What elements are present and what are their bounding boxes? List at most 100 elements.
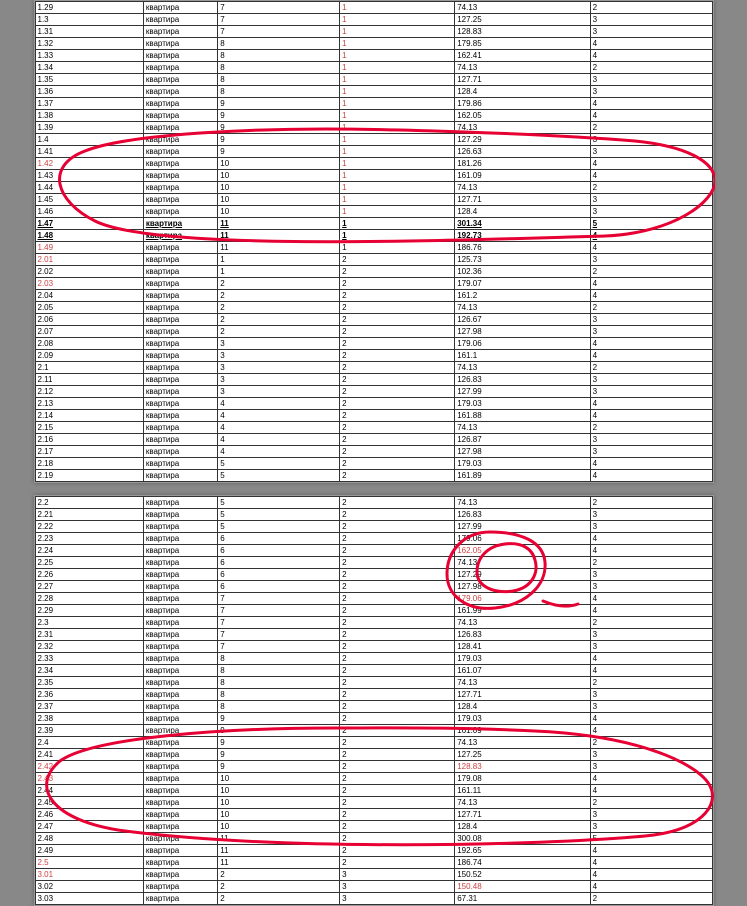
table-cell: квартира — [143, 314, 217, 326]
table-cell: 1.36 — [35, 86, 143, 98]
table-cell: 2 — [218, 881, 340, 893]
table-cell: 2 — [340, 761, 455, 773]
table-cell: 3 — [590, 14, 712, 26]
table-row: 3.01квартира23150.524 — [35, 869, 712, 881]
table-cell: квартира — [143, 74, 217, 86]
table-row: 2.31квартира72126.833 — [35, 629, 712, 641]
table-cell: 1 — [218, 266, 340, 278]
table-row: 1.4квартира91127.293 — [35, 134, 712, 146]
table-cell: 2 — [340, 593, 455, 605]
table-cell: 2 — [590, 677, 712, 689]
table-cell: 3 — [340, 869, 455, 881]
table-cell: 7 — [218, 26, 340, 38]
table-row: 2.46квартира102127.713 — [35, 809, 712, 821]
table-cell: 3 — [590, 509, 712, 521]
table-cell: 161.11 — [455, 785, 590, 797]
table-cell: 8 — [218, 665, 340, 677]
table-cell: 181.26 — [455, 158, 590, 170]
table-cell: 1.42 — [35, 158, 143, 170]
table-cell: 3 — [340, 893, 455, 905]
table-cell: 3 — [590, 821, 712, 833]
table-row: 2.33квартира82179.034 — [35, 653, 712, 665]
table-cell: квартира — [143, 458, 217, 470]
table-cell: 2 — [340, 362, 455, 374]
data-table-2: 2.2квартира5274.1322.21квартира52126.833… — [35, 496, 713, 905]
table-cell: 127.25 — [455, 749, 590, 761]
table-cell: 2 — [340, 557, 455, 569]
table-cell: квартира — [143, 689, 217, 701]
table-cell: 1 — [340, 134, 455, 146]
table-cell: 8 — [218, 653, 340, 665]
table-cell: 2.1 — [35, 362, 143, 374]
table-cell: 1.34 — [35, 62, 143, 74]
table-cell: 3 — [590, 749, 712, 761]
table-cell: квартира — [143, 410, 217, 422]
table-cell: 4 — [590, 665, 712, 677]
table-cell: 2.2 — [35, 497, 143, 509]
table-cell: 128.83 — [455, 761, 590, 773]
table-row: 2.42квартира92128.833 — [35, 761, 712, 773]
table-cell: 2 — [340, 254, 455, 266]
table-cell: квартира — [143, 422, 217, 434]
table-row: 2.25квартира6274.132 — [35, 557, 712, 569]
table-cell: 127.25 — [455, 14, 590, 26]
table-row: 2.17квартира42127.983 — [35, 446, 712, 458]
table-cell: 2 — [590, 893, 712, 905]
table-row: 1.38квартира91162.054 — [35, 110, 712, 122]
table-cell: 2 — [340, 617, 455, 629]
table-cell: 2.19 — [35, 470, 143, 482]
table-row: 2.41квартира92127.253 — [35, 749, 712, 761]
table-cell: 4 — [590, 410, 712, 422]
table-cell: 10 — [218, 206, 340, 218]
table-cell: квартира — [143, 641, 217, 653]
table-cell: 179.03 — [455, 398, 590, 410]
table-cell: 2.17 — [35, 446, 143, 458]
table-row: 1.45квартира101127.713 — [35, 194, 712, 206]
table-row: 2.49квартира112192.654 — [35, 845, 712, 857]
table-cell: 2 — [590, 737, 712, 749]
table-cell: квартира — [143, 857, 217, 869]
table-cell: 301.34 — [455, 218, 590, 230]
table-cell: 8 — [218, 689, 340, 701]
table-cell: 2 — [590, 62, 712, 74]
table-cell: 127.99 — [455, 521, 590, 533]
table-cell: 4 — [590, 242, 712, 254]
table-cell: 2 — [340, 833, 455, 845]
table-row: 2.5квартира112186.744 — [35, 857, 712, 869]
table-cell: 3 — [590, 86, 712, 98]
table-cell: 2.4 — [35, 737, 143, 749]
table-cell: 2.06 — [35, 314, 143, 326]
table-cell: 2.43 — [35, 773, 143, 785]
table-cell: квартира — [143, 737, 217, 749]
table-row: 2.43квартира102179.084 — [35, 773, 712, 785]
table-row: 2.4квартира9274.132 — [35, 737, 712, 749]
table-cell: 11 — [218, 857, 340, 869]
table-cell: 2.26 — [35, 569, 143, 581]
table-cell: 8 — [218, 677, 340, 689]
table-cell: 2 — [340, 629, 455, 641]
table-cell: квартира — [143, 713, 217, 725]
table-cell: 10 — [218, 785, 340, 797]
table-cell: квартира — [143, 146, 217, 158]
table-cell: 128.4 — [455, 86, 590, 98]
table-cell: квартира — [143, 845, 217, 857]
page-2: 2.2квартира5274.1322.21квартира52126.833… — [34, 495, 714, 906]
table-cell: 179.06 — [455, 338, 590, 350]
table-cell: 5 — [590, 833, 712, 845]
table-cell: 1 — [340, 110, 455, 122]
table-cell: 4 — [590, 881, 712, 893]
table-cell: 179.85 — [455, 38, 590, 50]
table-cell: 2 — [340, 773, 455, 785]
table-row: 2.12квартира32127.993 — [35, 386, 712, 398]
table-cell: 2.14 — [35, 410, 143, 422]
table-cell: 3 — [590, 641, 712, 653]
table-cell: квартира — [143, 266, 217, 278]
table-cell: 2 — [218, 326, 340, 338]
table-cell: 3 — [590, 446, 712, 458]
table-cell: 4 — [218, 422, 340, 434]
table-cell: 4 — [590, 533, 712, 545]
table-cell: 2 — [340, 278, 455, 290]
table-cell: 7 — [218, 641, 340, 653]
table-cell: квартира — [143, 893, 217, 905]
table-cell: 3 — [590, 374, 712, 386]
